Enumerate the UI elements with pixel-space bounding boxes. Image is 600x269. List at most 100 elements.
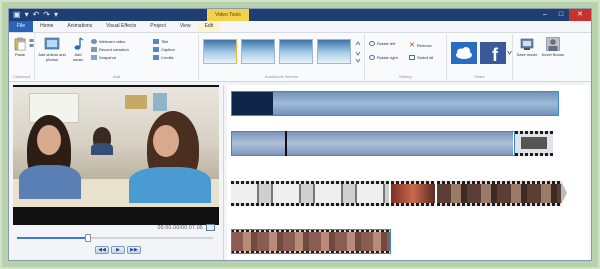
- sign-in-button[interactable]: Kevin Brown: [541, 37, 565, 57]
- facebook-share-icon[interactable]: f: [480, 42, 506, 64]
- selected-clip-border-2: [231, 131, 515, 156]
- narration-label: Record narration: [99, 47, 129, 52]
- remove-x-icon: ✕: [409, 42, 415, 49]
- caption-button[interactable]: Caption: [153, 47, 175, 52]
- add-music-button[interactable]: Add music: [69, 37, 87, 62]
- video-clip-2[interactable]: [231, 181, 389, 206]
- paste-label: Paste: [14, 52, 26, 57]
- wall-poster: [125, 95, 147, 109]
- storyboard: [227, 85, 589, 260]
- remove-label: Remove: [416, 42, 432, 48]
- rotate-left-button[interactable]: Rotate left: [369, 41, 395, 46]
- tab-view[interactable]: View: [173, 21, 198, 32]
- title-icon: [153, 39, 159, 44]
- snapshot-button[interactable]: Snapshot: [91, 55, 116, 60]
- record-narration-button[interactable]: Record narration: [91, 47, 129, 52]
- undo-icon[interactable]: ↶: [33, 10, 40, 20]
- share-more-icon[interactable]: [507, 50, 512, 56]
- app-menu-icon[interactable]: ▣: [13, 10, 21, 20]
- user-name-label: Kevin Brown: [541, 52, 565, 57]
- playhead[interactable]: [285, 131, 287, 156]
- video-clip-thumbnail-1[interactable]: [515, 131, 553, 156]
- preview-pane: 00:00.00/00:07.05 ◀◀ ▶ ▶▶: [13, 85, 219, 260]
- music-note-icon: [74, 37, 84, 50]
- qat-dropdown-icon[interactable]: ▾: [25, 10, 29, 20]
- title-label: Title: [161, 39, 169, 44]
- title-bar: ▣ ▾ ↶ ↷ ▾ Video Tools – □ ✕: [9, 9, 591, 21]
- save-movie-button[interactable]: Save movie: [516, 37, 538, 57]
- user-avatar-icon: [546, 37, 560, 51]
- timecode-readout: 00:00.00/00:07.05: [157, 225, 203, 231]
- theme-gallery-scroll-icon[interactable]: [355, 40, 361, 64]
- rotate-right-icon: [369, 55, 375, 60]
- cut-copy-icon[interactable]: [29, 38, 34, 52]
- theme-thumbnail-1[interactable]: [203, 39, 237, 64]
- tab-project[interactable]: Project: [143, 21, 173, 32]
- tab-home[interactable]: Home: [33, 21, 60, 32]
- select-all-icon: [409, 55, 415, 60]
- svg-text:f: f: [492, 45, 499, 64]
- pane-splitter[interactable]: [223, 85, 224, 260]
- next-frame-button[interactable]: ▶▶: [127, 246, 141, 254]
- tab-edit[interactable]: Edit: [197, 21, 221, 32]
- classroom-scene: [13, 87, 219, 207]
- credits-icon: [153, 55, 159, 60]
- snapshot-label: Snapshot: [99, 55, 116, 60]
- theme-thumbnail-4[interactable]: [317, 39, 351, 64]
- ribbon: Paste Clipboard Add videos and photos Ad…: [9, 33, 591, 82]
- student-right: [123, 111, 211, 203]
- tab-animations[interactable]: Animations: [60, 21, 99, 32]
- snapshot-icon: [91, 55, 97, 60]
- tab-visual-effects[interactable]: Visual Effects: [99, 21, 143, 32]
- quick-access-toolbar: ▣ ▾ ↶ ↷ ▾: [13, 10, 58, 20]
- add-group: Add videos and photos Add music Webcam v…: [35, 34, 199, 80]
- rotate-left-label: Rotate left: [377, 41, 396, 46]
- theme-thumbnail-3[interactable]: [279, 39, 313, 64]
- video-tools-context-label: Video Tools: [207, 9, 249, 21]
- automovie-group-label: AutoMovie themes: [264, 74, 299, 79]
- storyboard-row-3: [231, 181, 567, 206]
- redo-icon[interactable]: ↷: [43, 10, 50, 20]
- seek-thumb[interactable]: [84, 234, 91, 242]
- previous-frame-button[interactable]: ◀◀: [95, 246, 109, 254]
- save-movie-icon: [520, 38, 534, 50]
- add-videos-button[interactable]: Add videos and photos: [37, 37, 67, 62]
- clipboard-group: Paste Clipboard: [9, 34, 35, 80]
- wall-poster-2: [153, 93, 167, 111]
- webcam-icon: [91, 39, 97, 44]
- minimize-button[interactable]: –: [537, 9, 553, 21]
- video-clip-4[interactable]: [437, 181, 561, 206]
- webcam-label: Webcam video: [99, 39, 126, 44]
- onedrive-share-icon[interactable]: [451, 42, 477, 64]
- ribbon-tabs: File Home Animations Visual Effects Proj…: [9, 21, 591, 33]
- add-group-label: Add: [112, 74, 121, 79]
- theme-thumbnail-2[interactable]: [241, 39, 275, 64]
- clip-end-arrow: [561, 181, 567, 205]
- select-all-button[interactable]: Select all: [409, 55, 433, 60]
- rotate-left-icon: [369, 41, 375, 46]
- movie-maker-window: ▣ ▾ ↶ ↷ ▾ Video Tools – □ ✕ File Home An…: [8, 8, 592, 261]
- maximize-button[interactable]: □: [553, 9, 569, 21]
- clipboard-group-label: Clipboard: [12, 74, 31, 79]
- video-preview[interactable]: [13, 85, 219, 225]
- rotate-right-label: Rotate right: [377, 55, 398, 60]
- fullscreen-icon[interactable]: [206, 224, 215, 231]
- video-clip-3[interactable]: [391, 181, 435, 206]
- caption-icon: [153, 47, 159, 52]
- webcam-video-button[interactable]: Webcam video: [91, 39, 125, 44]
- play-button[interactable]: ▶: [111, 246, 125, 254]
- paste-button[interactable]: Paste: [11, 37, 29, 57]
- tab-file[interactable]: File: [9, 21, 34, 32]
- seek-slider[interactable]: [15, 233, 217, 243]
- title-button[interactable]: Title: [153, 39, 168, 44]
- close-button[interactable]: ✕: [569, 9, 591, 21]
- selected-clip-border-3: [231, 229, 391, 254]
- add-music-label: Add music: [72, 52, 84, 62]
- automovie-themes-group: AutoMovie themes: [199, 34, 365, 80]
- remove-button[interactable]: ✕ Remove: [409, 41, 432, 49]
- customize-qat-icon[interactable]: ▾: [54, 10, 58, 20]
- credits-button[interactable]: Credits: [153, 55, 174, 60]
- credits-label: Credits: [161, 55, 174, 60]
- save-movie-label: Save movie: [516, 52, 538, 57]
- rotate-right-button[interactable]: Rotate right: [369, 55, 398, 60]
